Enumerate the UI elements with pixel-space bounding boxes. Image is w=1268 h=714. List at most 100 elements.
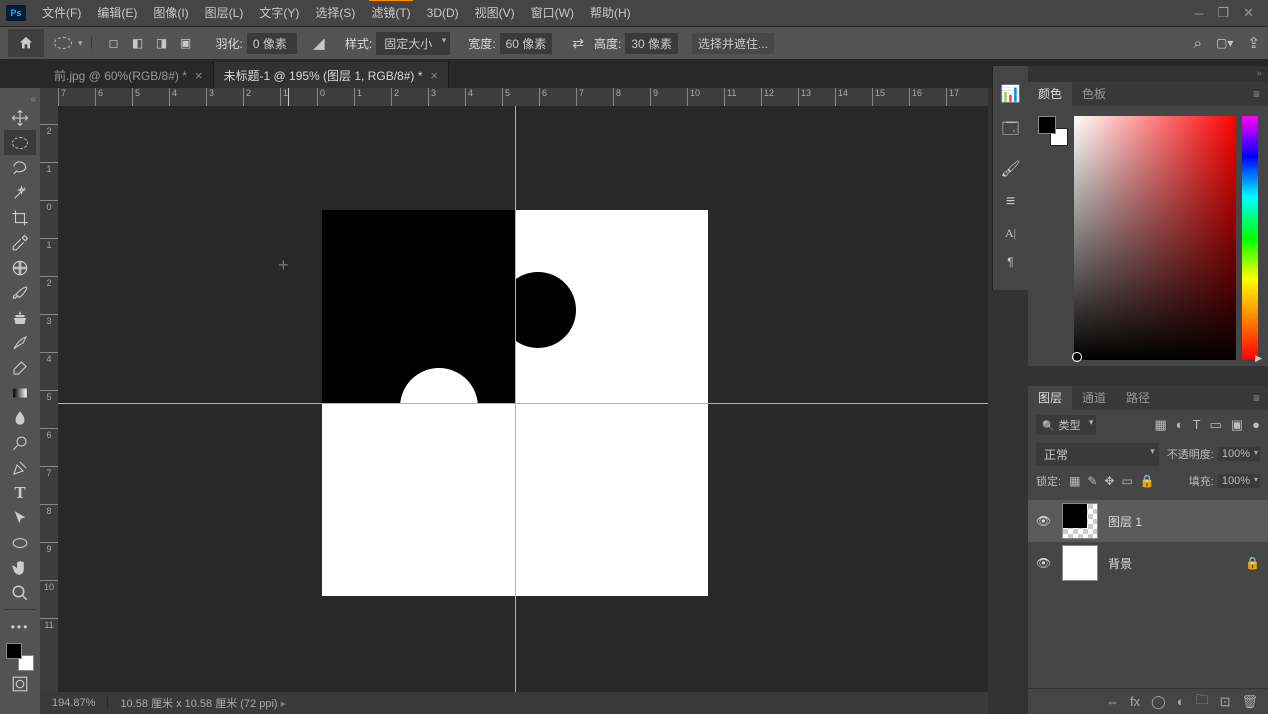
tab-swatches[interactable]: 色板 <box>1072 82 1116 106</box>
menu-filter[interactable]: 滤镜(T) <box>363 0 418 26</box>
filter-smart-icon[interactable]: ▣ <box>1231 417 1243 433</box>
selection-new-button[interactable]: ◻ <box>104 33 124 53</box>
window-minimize-icon[interactable]: ─ <box>1194 6 1203 21</box>
adjustments-panel-icon[interactable]: ≡ <box>1006 193 1015 211</box>
panel-menu-icon[interactable]: ≡ <box>1245 391 1268 405</box>
foreground-background-colors[interactable] <box>6 643 34 671</box>
search-icon[interactable]: ⌕ <box>1194 35 1202 52</box>
layer-group-icon[interactable]: 🗀 <box>1196 691 1209 713</box>
blur-tool[interactable] <box>4 405 36 430</box>
horizontal-ruler[interactable]: 765432101234567891011121314151617 <box>58 88 988 106</box>
filter-toggle-icon[interactable]: ● <box>1252 417 1260 433</box>
height-input[interactable]: 30 像素 <box>625 33 678 54</box>
edit-toolbar-button[interactable]: ••• <box>4 614 36 639</box>
lock-position-icon[interactable]: ✥ <box>1104 474 1114 488</box>
hand-tool[interactable] <box>4 555 36 580</box>
blend-mode-dropdown[interactable]: 正常 <box>1036 443 1159 466</box>
canvas-viewport[interactable]: + <box>58 106 988 692</box>
menu-type[interactable]: 文字(Y) <box>251 0 307 26</box>
select-and-mask-button[interactable]: 选择并遮住... <box>692 33 774 54</box>
menu-edit[interactable]: 编辑(E) <box>89 0 145 26</box>
layer-filter-kind-dropdown[interactable]: 类型 <box>1036 415 1096 435</box>
filter-type-icon[interactable]: T <box>1193 417 1201 433</box>
lock-transparency-icon[interactable]: ▦ <box>1069 474 1080 488</box>
type-tool[interactable]: T <box>4 480 36 505</box>
share-icon[interactable]: ⇪ <box>1247 34 1260 52</box>
tab-close-icon[interactable]: × <box>195 68 203 83</box>
layer-visibility-icon[interactable]: 👁 <box>1036 556 1052 570</box>
fg-swatch[interactable] <box>1038 116 1056 134</box>
vertical-guide-lower[interactable] <box>515 506 516 692</box>
foreground-color-swatch[interactable] <box>6 643 22 659</box>
zoom-tool[interactable] <box>4 580 36 605</box>
history-panel-icon[interactable]: 📊 <box>1001 84 1021 104</box>
menu-image[interactable]: 图像(I) <box>145 0 196 26</box>
menu-view[interactable]: 视图(V) <box>467 0 523 26</box>
healing-brush-tool[interactable] <box>4 255 36 280</box>
filter-pixel-icon[interactable]: ▦ <box>1154 417 1166 433</box>
layer-row-background[interactable]: 👁 背景 🔒 <box>1028 542 1268 584</box>
menu-help[interactable]: 帮助(H) <box>582 0 639 26</box>
document-tab-2[interactable]: 未标题-1 @ 195% (图层 1, RGB/8#) * × <box>214 62 450 88</box>
selection-subtract-button[interactable]: ◨ <box>152 33 172 53</box>
tool-preset-dropdown[interactable]: ▾ <box>50 37 92 49</box>
layer-thumbnail[interactable] <box>1062 545 1098 581</box>
color-saturation-picker[interactable] <box>1074 116 1236 360</box>
tab-close-icon[interactable]: × <box>430 68 438 83</box>
marquee-tool[interactable] <box>4 130 36 155</box>
filter-shape-icon[interactable]: ▭ <box>1210 417 1222 433</box>
antialias-icon[interactable]: ◢ <box>311 35 327 51</box>
character-panel-icon[interactable]: A| <box>1005 226 1016 241</box>
opacity-input[interactable]: 100% <box>1218 447 1260 461</box>
home-button[interactable] <box>8 29 44 57</box>
history-brush-tool[interactable] <box>4 330 36 355</box>
zoom-level-input[interactable]: 194.87% <box>40 697 108 709</box>
crop-tool[interactable] <box>4 205 36 230</box>
adjustment-layer-icon[interactable]: ◐ <box>1177 694 1185 709</box>
properties-panel-icon[interactable]: 🗔 <box>1002 118 1019 145</box>
document-tab-1[interactable]: 前.jpg @ 60%(RGB/8#) * × <box>44 62 214 88</box>
tab-color[interactable]: 颜色 <box>1028 82 1072 106</box>
filter-adjust-icon[interactable]: ◐ <box>1176 417 1184 433</box>
menu-select[interactable]: 选择(S) <box>307 0 363 26</box>
brushes-panel-icon[interactable]: 🖌 <box>1000 159 1020 179</box>
pen-tool[interactable] <box>4 455 36 480</box>
layer-name[interactable]: 图层 1 <box>1108 513 1142 530</box>
quick-mask-button[interactable] <box>4 671 36 696</box>
clone-stamp-tool[interactable] <box>4 305 36 330</box>
layer-row-1[interactable]: 👁 图层 1 <box>1028 500 1268 542</box>
magic-wand-tool[interactable] <box>4 180 36 205</box>
menu-window[interactable]: 窗口(W) <box>523 0 582 26</box>
window-restore-icon[interactable]: ❐ <box>1217 5 1229 21</box>
width-input[interactable]: 60 像素 <box>500 33 553 54</box>
window-close-icon[interactable]: ✕ <box>1243 5 1254 21</box>
lock-pixels-icon[interactable]: ✎ <box>1087 474 1097 488</box>
tab-layers[interactable]: 图层 <box>1028 386 1072 410</box>
style-dropdown[interactable]: 固定大小 <box>376 32 450 55</box>
color-fg-bg-swatch[interactable] <box>1038 116 1068 146</box>
workspace-switcher-icon[interactable]: ▢▾ <box>1216 36 1233 50</box>
path-selection-tool[interactable] <box>4 505 36 530</box>
horizontal-guide[interactable] <box>58 403 988 404</box>
link-layers-icon[interactable]: ⇔ <box>1106 694 1119 709</box>
delete-layer-icon[interactable]: 🗑 <box>1241 694 1258 710</box>
tab-paths[interactable]: 路径 <box>1116 386 1160 410</box>
menu-3d[interactable]: 3D(D) <box>419 0 467 26</box>
move-tool[interactable] <box>4 105 36 130</box>
color-hue-slider[interactable] <box>1242 116 1258 360</box>
lasso-tool[interactable] <box>4 155 36 180</box>
gradient-tool[interactable] <box>4 380 36 405</box>
brush-tool[interactable] <box>4 280 36 305</box>
eraser-tool[interactable] <box>4 355 36 380</box>
feather-input[interactable]: 0 像素 <box>247 33 297 54</box>
ruler-origin[interactable] <box>40 88 58 106</box>
document-info[interactable]: 10.58 厘米 x 10.58 厘米 (72 ppi) <box>108 695 298 711</box>
toolbox-collapse-icon[interactable]: « <box>30 94 40 105</box>
layer-visibility-icon[interactable]: 👁 <box>1036 514 1052 528</box>
panel-menu-icon[interactable]: ≡ <box>1245 87 1268 101</box>
selection-intersect-button[interactable]: ▣ <box>176 33 196 53</box>
new-layer-icon[interactable]: ⊡ <box>1220 694 1231 710</box>
lock-artboard-icon[interactable]: ▭ <box>1122 474 1133 488</box>
vertical-ruler[interactable]: 2101234567891011 <box>40 106 58 692</box>
menu-layer[interactable]: 图层(L) <box>197 0 252 26</box>
